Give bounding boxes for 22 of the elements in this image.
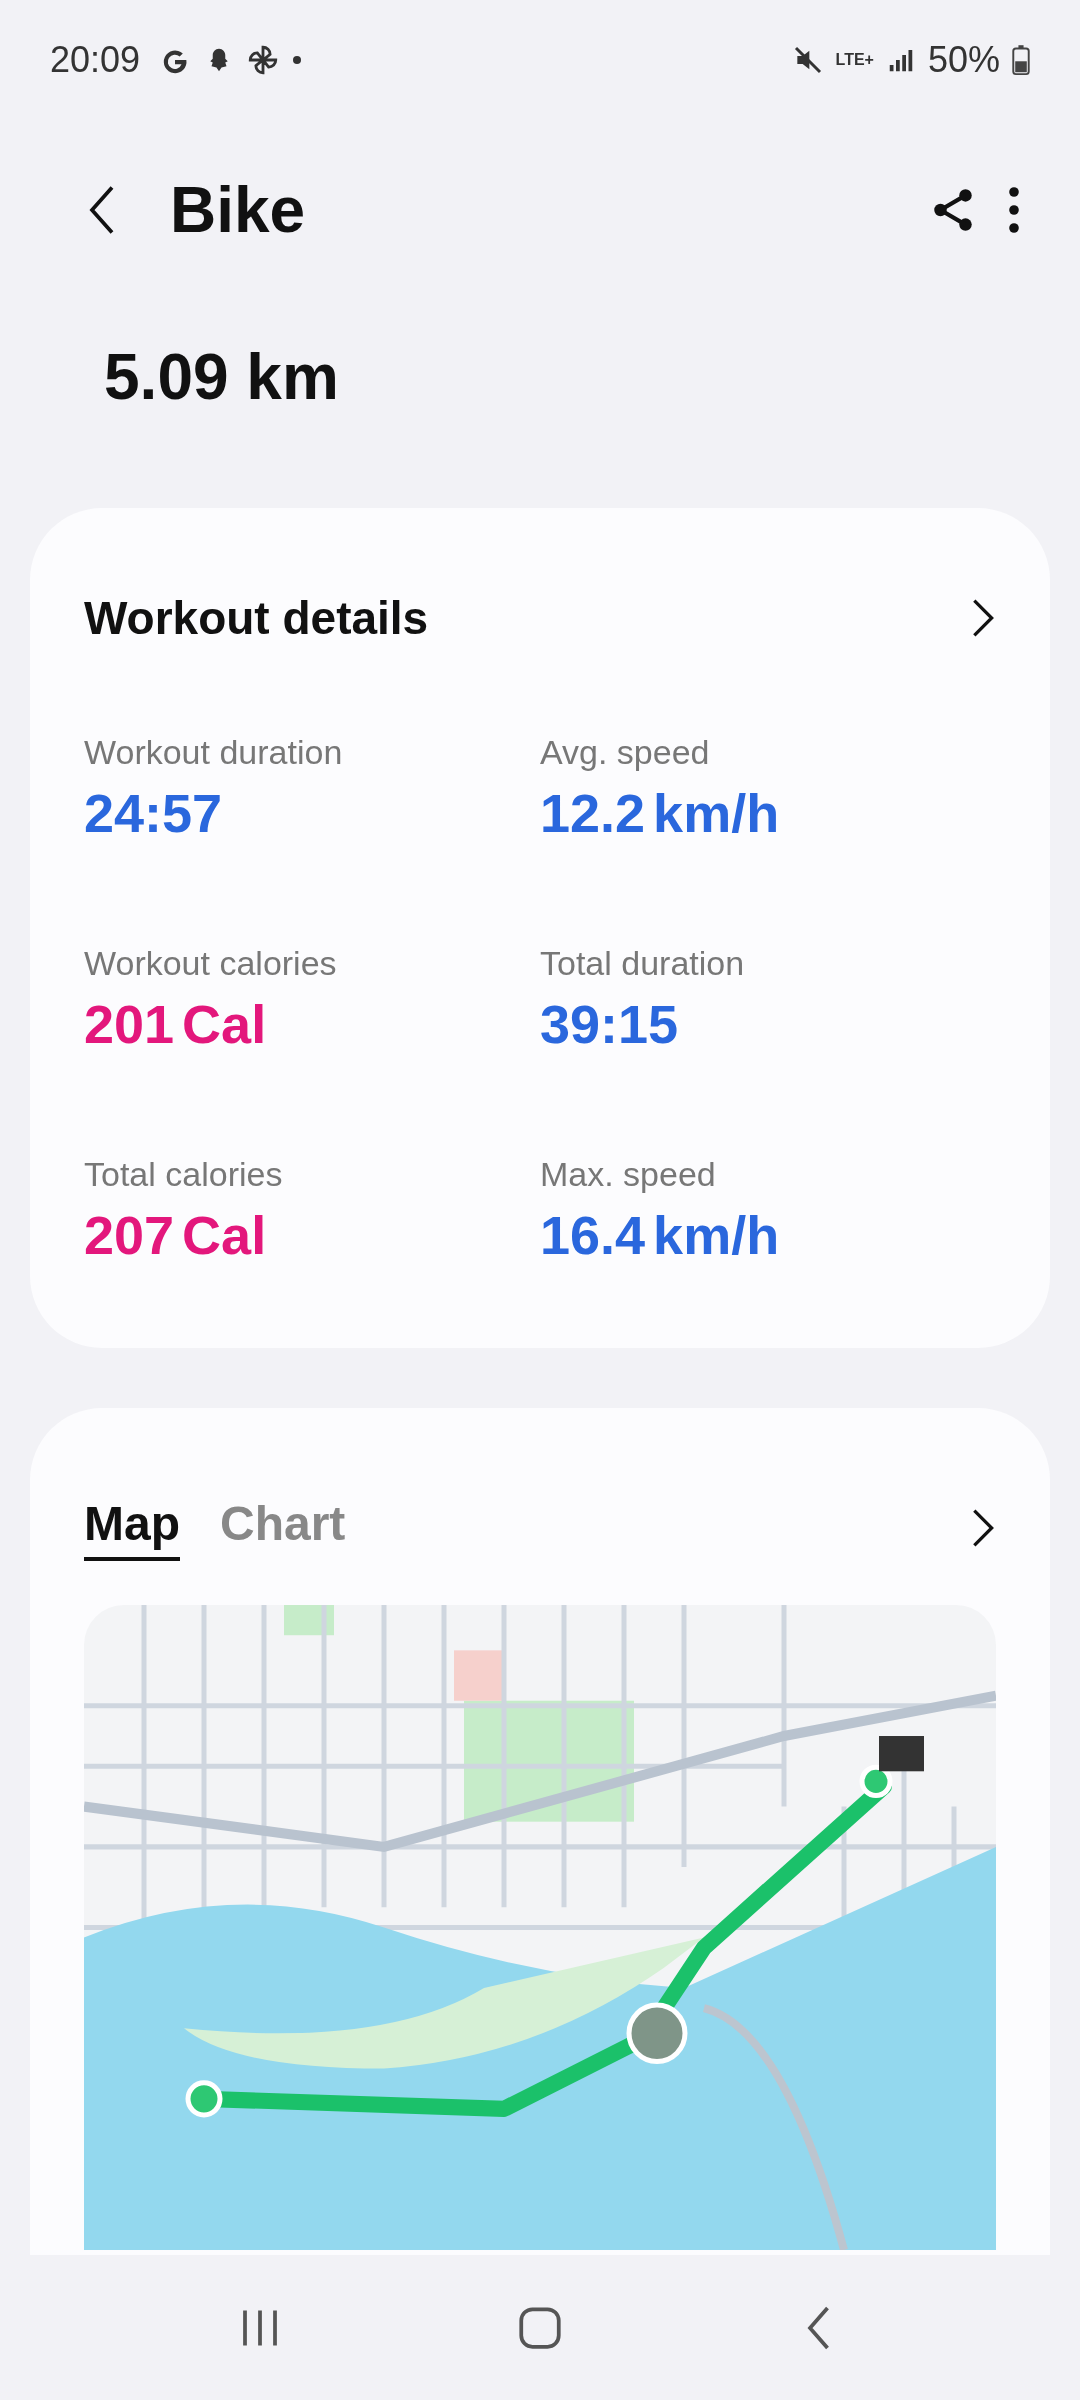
- status-time: 20:09: [50, 39, 141, 81]
- stat-value: 16.4 km/h: [540, 1204, 781, 1266]
- stat-value: 12.2 km/h: [540, 782, 781, 844]
- stat-label: Max. speed: [540, 1155, 717, 1194]
- stat-value: 207 Cal: [84, 1204, 268, 1266]
- stat-value: 24:57: [84, 782, 224, 844]
- battery-icon: [1012, 44, 1030, 76]
- stat-label: Workout duration: [84, 733, 344, 772]
- page-title: Bike: [170, 173, 306, 247]
- stat-label: Avg. speed: [540, 733, 711, 772]
- stat-label: Workout calories: [84, 944, 338, 983]
- distance-value: 5.09 km: [103, 340, 339, 415]
- stat-label: Total calories: [84, 1155, 284, 1194]
- card-title: Workout details: [84, 591, 429, 645]
- dot-icon: [292, 55, 303, 65]
- more-icon[interactable]: [1008, 186, 1020, 234]
- stat-label: Total duration: [540, 944, 746, 983]
- network-type: LTE+: [835, 51, 874, 69]
- tab[interactable]: Map: [84, 1495, 180, 1561]
- battery-percent: 50%: [927, 39, 1000, 81]
- stat-value: 201 Cal: [84, 993, 268, 1055]
- stat-value: 39:15: [540, 993, 680, 1055]
